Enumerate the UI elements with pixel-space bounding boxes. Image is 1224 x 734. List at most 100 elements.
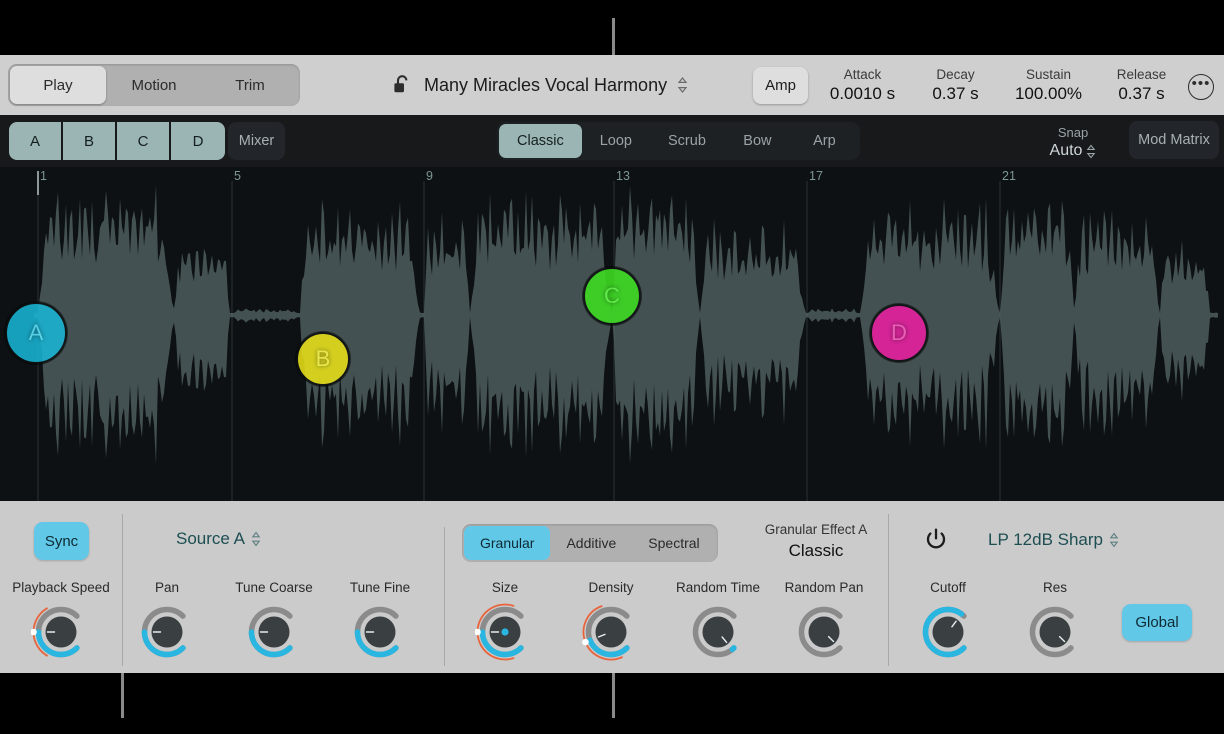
waveform-display[interactable]: 1 5 9 13 17 21 A B C D	[0, 167, 1224, 501]
mod-matrix-button[interactable]: Mod Matrix	[1129, 121, 1219, 159]
mixer-button[interactable]: Mixer	[228, 122, 285, 160]
mode-tab-bow[interactable]: Bow	[724, 124, 791, 158]
unlocked-padlock-icon[interactable]	[392, 74, 414, 96]
engine-tab-additive[interactable]: Additive	[550, 526, 632, 560]
env-attack-label: Attack	[816, 66, 909, 83]
slot-button-a[interactable]: A	[9, 122, 63, 160]
knob-size[interactable]: Size	[445, 580, 565, 670]
marker-label-b: B	[316, 346, 331, 372]
env-decay-label: Decay	[909, 66, 1002, 83]
engine-tab-spectral[interactable]: Spectral	[632, 526, 715, 560]
knob-label-tune-fine: Tune Fine	[350, 580, 410, 595]
waveform-marker-a[interactable]: A	[5, 302, 67, 364]
knob-dial-size[interactable]	[475, 602, 535, 662]
env-attack-value[interactable]: 0.0010 s	[816, 83, 909, 105]
env-attack[interactable]: Attack0.0010 s	[816, 66, 909, 105]
mode-tab-loop[interactable]: Loop	[582, 124, 650, 158]
knob-dial-tune-fine[interactable]	[350, 602, 410, 662]
knob-dial-cutoff[interactable]	[918, 602, 978, 662]
sync-button[interactable]: Sync	[34, 522, 89, 560]
secondary-toolbar: ABCD Mixer ClassicLoopScrubBowArp Snap A…	[0, 115, 1224, 167]
knob-dial-pan[interactable]	[137, 602, 197, 662]
knob-label-random-time: Random Time	[676, 580, 760, 595]
ruler-tick-1: 1	[40, 169, 47, 183]
view-tab-trim[interactable]: Trim	[202, 66, 298, 104]
knob-res[interactable]: Res	[995, 580, 1115, 670]
knob-pan[interactable]: Pan	[107, 580, 227, 670]
knob-label-res: Res	[1043, 580, 1067, 595]
slot-button-d[interactable]: D	[171, 122, 225, 160]
ruler-tick-5: 5	[234, 169, 241, 183]
knob-dial-tune-coarse[interactable]	[244, 602, 304, 662]
filter-type-label: LP 12dB Sharp	[988, 530, 1103, 550]
preset-title-area[interactable]: Many Miracles Vocal Harmony	[392, 55, 688, 115]
more-options-icon[interactable]: •••	[1188, 74, 1214, 100]
knob-tune-fine[interactable]: Tune Fine	[320, 580, 440, 670]
source-selector[interactable]: Source A	[176, 529, 261, 549]
view-tab-motion[interactable]: Motion	[106, 66, 202, 104]
knob-density[interactable]: Density	[551, 580, 671, 670]
callout-line-bottom-left	[121, 673, 124, 718]
global-button[interactable]: Global	[1122, 604, 1192, 641]
snap-value: Auto	[1050, 141, 1083, 161]
knob-label-pan: Pan	[155, 580, 179, 595]
env-sustain[interactable]: Sustain100.00%	[1002, 66, 1095, 105]
amp-button[interactable]: Amp	[753, 67, 808, 104]
plugin-window: PlayMotionTrim Many Miracles Vocal Harmo…	[0, 0, 1224, 734]
view-tab-play[interactable]: Play	[10, 66, 106, 104]
waveform-graphic	[0, 167, 1224, 501]
knob-random-pan[interactable]: Random Pan	[764, 580, 884, 670]
ruler-tick-17: 17	[809, 169, 823, 183]
waveform-marker-c[interactable]: C	[583, 267, 641, 325]
snap-label: Snap	[1035, 124, 1111, 141]
knob-playback-speed[interactable]: Playback Speed	[1, 580, 121, 670]
preset-name[interactable]: Many Miracles Vocal Harmony	[424, 75, 667, 96]
chevron-updown-icon[interactable]	[1109, 532, 1119, 548]
mode-tab-classic[interactable]: Classic	[499, 124, 582, 158]
callout-line-top	[612, 18, 615, 55]
knob-label-playback-speed: Playback Speed	[12, 580, 110, 595]
snap-value-row[interactable]: Auto	[1035, 141, 1111, 161]
chevron-updown-icon[interactable]	[1086, 144, 1096, 159]
power-icon[interactable]	[925, 528, 947, 551]
marker-label-d: D	[891, 320, 907, 346]
envelope-readout: Attack0.0010 sDecay0.37 sSustain100.00%R…	[816, 55, 1188, 115]
more-dots: •••	[1192, 80, 1211, 88]
knob-label-cutoff: Cutoff	[930, 580, 966, 595]
knob-dial-res[interactable]	[1025, 602, 1085, 662]
snap-control[interactable]: Snap Auto	[1035, 124, 1111, 161]
env-decay-value[interactable]: 0.37 s	[909, 83, 1002, 105]
synth-engine-tabs: GranularAdditiveSpectral	[462, 524, 718, 562]
slot-button-group: ABCD	[9, 122, 225, 160]
knob-tune-coarse[interactable]: Tune Coarse	[214, 580, 334, 670]
waveform-marker-d[interactable]: D	[870, 304, 928, 362]
knob-dial-density[interactable]	[581, 602, 641, 662]
filter-type-selector[interactable]: LP 12dB Sharp	[988, 530, 1119, 550]
ruler-tick-9: 9	[426, 169, 433, 183]
knob-cutoff[interactable]: Cutoff	[888, 580, 1008, 670]
env-decay[interactable]: Decay0.37 s	[909, 66, 1002, 105]
chevron-updown-icon[interactable]	[251, 531, 261, 547]
env-sustain-value[interactable]: 100.00%	[1002, 83, 1095, 105]
knob-random-time[interactable]: Random Time	[658, 580, 778, 670]
slot-button-b[interactable]: B	[63, 122, 117, 160]
knob-dial-random-pan[interactable]	[794, 602, 854, 662]
knob-dial-playback-speed[interactable]	[31, 602, 91, 662]
knob-dial-random-time[interactable]	[688, 602, 748, 662]
mode-tab-scrub[interactable]: Scrub	[650, 124, 724, 158]
marker-label-c: C	[604, 283, 620, 309]
env-release-value[interactable]: 0.37 s	[1095, 83, 1188, 105]
mode-tab-arp[interactable]: Arp	[791, 124, 858, 158]
slot-button-c[interactable]: C	[117, 122, 171, 160]
granular-effect-readout[interactable]: Granular Effect A Classic	[745, 521, 887, 562]
granular-effect-label: Granular Effect A	[745, 521, 887, 539]
ruler-tick-21: 21	[1002, 169, 1016, 183]
chevron-updown-icon[interactable]	[677, 76, 688, 94]
engine-tab-granular[interactable]: Granular	[464, 526, 550, 560]
knob-label-tune-coarse: Tune Coarse	[235, 580, 313, 595]
source-label: Source A	[176, 529, 245, 549]
ruler-tick-13: 13	[616, 169, 630, 183]
knob-label-density: Density	[588, 580, 633, 595]
env-release[interactable]: Release0.37 s	[1095, 66, 1188, 105]
waveform-marker-b[interactable]: B	[296, 332, 350, 386]
